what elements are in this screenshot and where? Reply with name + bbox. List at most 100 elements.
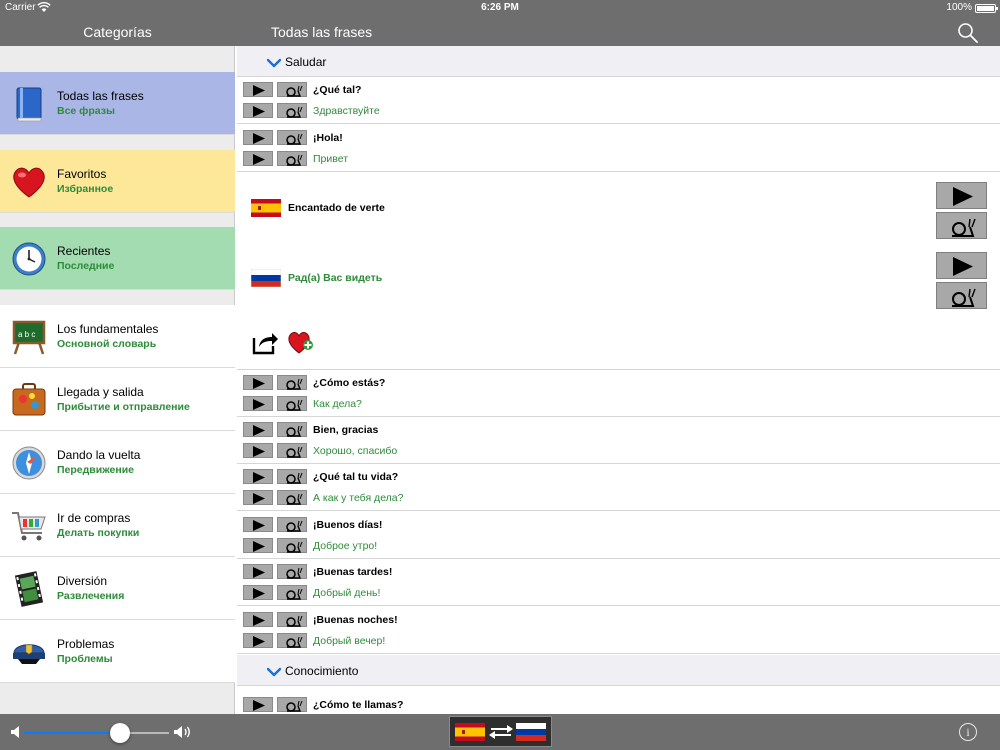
phrase-spanish: ¡Buenas noches! [313,614,398,626]
play-button[interactable] [243,375,273,390]
slow-play-translation-button[interactable] [277,633,307,648]
play-button[interactable] [243,469,273,484]
phrase-row[interactable]: ¿Cómo te llamas? [237,692,1000,714]
category-basics[interactable]: a b c Los fundamentales Основной словарь [0,305,235,368]
slow-play-button[interactable] [277,130,307,145]
slow-play-button[interactable] [277,517,307,532]
play-translation-button[interactable] [243,490,273,505]
category-translation: Прибытие и отправление [57,401,190,413]
category-translation: Избранное [57,183,114,195]
category-label: Diversión [57,574,108,588]
category-translation: Основной словарь [57,338,157,350]
slow-play-translation-button[interactable] [277,538,307,553]
category-label: Llegada y salida [57,385,144,399]
svg-text:a b c: a b c [18,330,35,339]
play-button[interactable] [243,82,273,97]
slow-play-button[interactable] [277,612,307,627]
expanded-phrase-russian: Рад(а) Вас видеть [288,272,383,284]
chevron-down-icon [266,664,282,677]
category-shopping[interactable]: Ir de compras Делать покупки [0,494,235,557]
play-translation-button[interactable] [243,633,273,648]
category-all-phrases[interactable]: Todas las frases Все фразы [0,72,235,135]
phrases-list: Saludar ¿Qué tal? Здравствуйте ¡Hola! Пр… [237,46,1000,714]
phrase-row[interactable]: ¿Cómo estás? Как дела? [237,370,1000,417]
category-problems[interactable]: Problemas Проблемы [0,620,235,683]
phrase-row[interactable]: ¿Qué tal tu vida? А как у тебя дела? [237,464,1000,511]
spain-flag-icon [251,199,281,217]
slow-play-button[interactable] [277,422,307,437]
phrase-spanish: ¡Buenas tardes! [313,566,393,578]
category-recent[interactable]: Recientes Последние [0,227,235,290]
play-large-button[interactable] [936,182,987,209]
search-icon[interactable] [957,22,979,44]
play-button[interactable] [243,422,273,437]
category-arrival-departure[interactable]: Llegada y salida Прибытие и отправление [0,368,235,431]
category-translation: Проблемы [57,653,113,665]
play-translation-button[interactable] [243,585,273,600]
info-button[interactable]: i [959,723,977,741]
compass-icon [10,444,48,482]
volume-slider-knob[interactable] [109,723,130,743]
phrase-russian: Как дела? [313,398,362,410]
category-label: Problemas [57,637,115,651]
phrase-row[interactable]: ¡Buenas noches! Добрый вечер! [237,607,1000,654]
category-translation: Делать покупки [57,527,140,539]
play-translation-button[interactable] [243,443,273,458]
volume-slider[interactable] [24,723,169,743]
phrase-spanish: ¿Qué tal? [313,84,362,96]
police-cap-icon [10,633,48,671]
slow-play-translation-large-button[interactable] [936,282,987,309]
shopping-cart-icon [10,507,48,545]
slow-play-translation-button[interactable] [277,490,307,505]
language-swap-icon [488,725,514,744]
phrase-row[interactable]: ¡Buenos días! Доброе утро! [237,512,1000,559]
slow-play-large-button[interactable] [936,212,987,239]
category-favorites[interactable]: Favoritos Избранное [0,150,235,213]
play-button[interactable] [243,612,273,627]
slow-play-translation-button[interactable] [277,151,307,166]
slow-play-button[interactable] [277,564,307,579]
slow-play-translation-button[interactable] [277,103,307,118]
phrase-spanish: Bien, gracias [313,424,379,436]
expanded-phrase-card: Encantado de verte Рад(а) Вас видеть [237,172,1000,370]
category-translation: Последние [57,260,115,272]
play-translation-button[interactable] [243,151,273,166]
nav-bar: Categorías Todas las frases [0,16,1000,46]
phrase-russian: Доброе утро! [313,540,378,552]
section-header-greetings[interactable]: Saludar [237,46,1000,77]
phrase-russian: Хорошо, спасибо [313,445,398,457]
phrase-spanish: ¡Hola! [313,132,343,144]
expanded-phrase-spanish: Encantado de verte [288,202,385,214]
phrase-row[interactable]: ¡Buenas tardes! Добрый день! [237,559,1000,606]
play-translation-large-button[interactable] [936,252,987,279]
slow-play-button[interactable] [277,697,307,712]
category-label: Favoritos [57,167,107,181]
phrase-row[interactable]: Bien, gracias Хорошо, спасибо [237,417,1000,464]
slow-play-button[interactable] [277,82,307,97]
category-label: Recientes [57,244,111,258]
share-icon[interactable] [251,329,279,355]
play-translation-button[interactable] [243,103,273,118]
play-button[interactable] [243,517,273,532]
add-favorite-heart-icon[interactable] [287,329,315,355]
play-button[interactable] [243,697,273,712]
section-header-acquaintance[interactable]: Conocimiento [237,655,1000,686]
play-button[interactable] [243,564,273,579]
phrase-row[interactable]: ¡Hola! Привет [237,125,1000,172]
clock-icon [10,240,48,278]
slow-play-button[interactable] [277,375,307,390]
slow-play-button[interactable] [277,469,307,484]
volume-slider-fill [24,732,120,734]
phrase-spanish: ¿Cómo te llamas? [313,699,404,711]
language-swap-button[interactable] [449,716,552,747]
volume-high-icon [173,724,193,740]
slow-play-translation-button[interactable] [277,585,307,600]
category-entertainment[interactable]: Diversión Развлечения [0,557,235,620]
play-translation-button[interactable] [243,538,273,553]
category-getting-around[interactable]: Dando la vuelta Передвижение [0,431,235,494]
play-button[interactable] [243,130,273,145]
play-translation-button[interactable] [243,396,273,411]
slow-play-translation-button[interactable] [277,396,307,411]
phrase-row[interactable]: ¿Qué tal? Здравствуйте [237,77,1000,124]
slow-play-translation-button[interactable] [277,443,307,458]
